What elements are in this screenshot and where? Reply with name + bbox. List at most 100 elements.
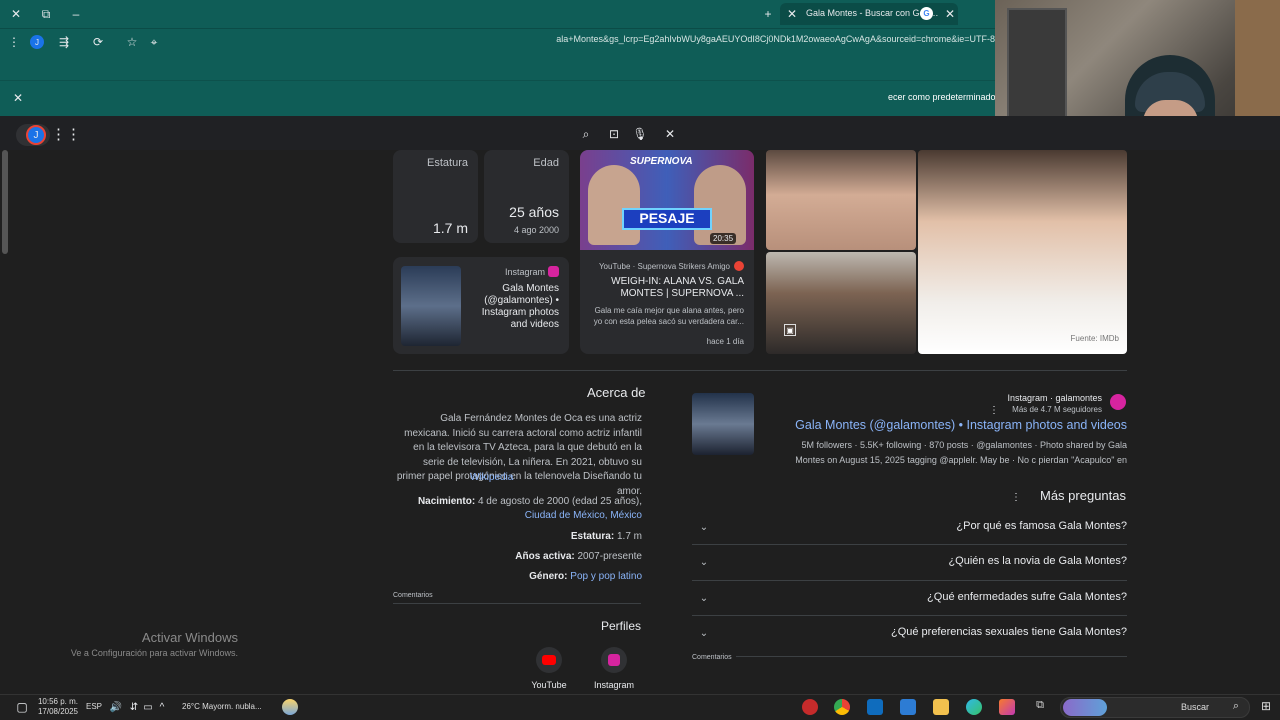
image-tile-2[interactable]: ▣: [766, 252, 916, 354]
fact-label: Nacimiento:: [417, 496, 476, 507]
chevron-down-icon: ⌄: [699, 521, 709, 533]
edge-icon[interactable]: [966, 699, 982, 715]
notification-icon[interactable]: ▢: [12, 697, 32, 717]
outlook-icon[interactable]: [867, 699, 883, 715]
task-view-icon[interactable]: ⧉: [1032, 699, 1048, 715]
result-title[interactable]: Gala Montes (@galamontes) • Instagram ph…: [762, 418, 1127, 432]
activate-windows-sub: Ve a Configuración para activar Windows.: [70, 648, 238, 658]
paa-question[interactable]: ⌄ ¿Qué preferencias sexuales tiene Gala …: [692, 623, 1127, 643]
about-feedback-link[interactable]: Comentarios: [393, 589, 433, 603]
lens-icon[interactable]: ⊡: [604, 124, 624, 144]
video-title[interactable]: WEIGH-IN: ALANA VS. GALA MONTES | SUPERN…: [590, 276, 744, 300]
divider: [692, 544, 1127, 545]
instagram-favicon-icon: [1110, 394, 1126, 410]
start-icon[interactable]: ⊞: [1258, 699, 1274, 715]
copilot-icon[interactable]: [999, 699, 1015, 715]
paa-question[interactable]: ⌄ ¿Por qué es famosa Gala Montes?: [692, 517, 1127, 537]
menu-dots-icon[interactable]: ⋮: [4, 32, 24, 52]
search-icon[interactable]: ⌕: [576, 124, 596, 144]
location-icon[interactable]: ⌖: [144, 32, 164, 52]
paa-question[interactable]: ⌄ ¿Quién es la novia de Gala Montes?: [692, 552, 1127, 572]
chevron-down-icon: ⌄: [699, 592, 709, 604]
profile-label: Instagram: [593, 680, 635, 690]
paa-question[interactable]: ⌄ ¿Qué enfermedades sufre Gala Montes?: [692, 588, 1127, 608]
infobar-close-icon[interactable]: ✕: [8, 88, 28, 108]
fact-genre: Género: Pop y pop latino: [395, 570, 642, 584]
profile-label: YouTube: [531, 680, 567, 690]
extensions-icon[interactable]: ⇶: [54, 32, 74, 52]
profile-instagram[interactable]: Instagram: [590, 647, 638, 692]
result-snippet-b: Montes on August 15, 2025 tagging @apple…: [795, 455, 1127, 465]
more-options-icon[interactable]: ⋮: [984, 400, 1004, 420]
set-default-button[interactable]: ecer como predeterminado: [888, 92, 996, 106]
paa-feedback-link[interactable]: Comentarios: [692, 651, 736, 665]
result-followers: Más de 4.7 M seguidores: [1012, 405, 1102, 414]
wikipedia-link[interactable]: Wikipedia: [470, 472, 513, 483]
paa-more-icon[interactable]: ⋮: [1006, 487, 1026, 507]
tab-close-icon-2[interactable]: ✕: [940, 4, 960, 24]
result-snippet-a: 5M followers · 5.5K+ following · 870 pos…: [801, 440, 1127, 450]
avatar[interactable]: J: [26, 125, 46, 145]
question-text: ¿Qué preferencias sexuales tiene Gala Mo…: [890, 626, 1127, 638]
image-tile-main[interactable]: Fuente: IMDb: [918, 150, 1127, 354]
profile-icon[interactable]: J: [30, 35, 44, 49]
video-snippet: Gala me caía mejor que alana antes, pero…: [593, 306, 744, 326]
close-window-icon[interactable]: ✕: [6, 4, 26, 24]
scrollbar[interactable]: [2, 150, 8, 254]
stat-label: Estatura: [427, 157, 468, 169]
fact-label: Estatura:: [570, 531, 615, 542]
divider: [692, 656, 1127, 657]
file-explorer-icon[interactable]: [933, 699, 949, 715]
address-bar[interactable]: ala+Montes&gs_lcrp=Eg2ahIvbWUy8gaAEUYOdI…: [170, 34, 995, 50]
clock-time: 10:56 p. m.: [37, 697, 78, 706]
profile-youtube[interactable]: YouTube: [526, 647, 572, 692]
taskbar-search[interactable]: Buscar ⌕: [1060, 697, 1250, 718]
thumb-brand: SUPERNOVA: [630, 156, 693, 167]
tab-title: Gala Montes - Buscar con Goo…: [806, 8, 939, 18]
question-text: ¿Qué enfermedades sufre Gala Montes?: [927, 591, 1127, 603]
fact-link[interactable]: Pop y pop latino: [570, 571, 642, 582]
language-indicator[interactable]: ESP: [86, 702, 102, 711]
fact-value: 4 de agosto de 2000 (edad 25 años),: [477, 496, 642, 507]
card-source: Instagram: [504, 267, 545, 277]
minimize-window-icon[interactable]: –: [66, 4, 86, 24]
question-text: ¿Quién es la novia de Gala Montes?: [948, 555, 1127, 567]
image-search-icon[interactable]: ▣: [784, 324, 796, 336]
app-icon-1[interactable]: [802, 699, 818, 715]
stat-label: Edad: [533, 157, 559, 169]
apps-grid-icon[interactable]: ⋮⋮: [51, 124, 81, 144]
weather-widget[interactable]: 26°C Mayorm. nubla...: [182, 702, 262, 711]
taskbar-search-label: Buscar: [1180, 702, 1209, 712]
fact-link[interactable]: Ciudad de México, México: [525, 510, 642, 521]
mic-icon[interactable]: 🎙: [630, 124, 650, 144]
volume-icon[interactable]: 🔊: [106, 697, 126, 717]
instagram-thumbnail: [401, 266, 461, 346]
clock[interactable]: 10:56 p. m. 17/08/2025: [36, 697, 78, 717]
stat-value: 1.7 m: [432, 220, 468, 236]
clock-date: 17/08/2025: [37, 707, 78, 716]
instagram-card[interactable]: Instagram Gala Montes (@galamontes) • In…: [393, 257, 569, 354]
new-tab-icon[interactable]: +: [758, 4, 778, 24]
weather-icon: [282, 699, 298, 715]
clear-icon[interactable]: ✕: [660, 124, 680, 144]
result-thumbnail[interactable]: [692, 393, 754, 455]
activate-windows-title: Activar Windows: [141, 630, 238, 645]
search-actions: ⌕ ⊡ 🎙 ✕: [566, 124, 686, 142]
duration-badge: 20:35: [710, 233, 737, 244]
active-tab[interactable]: ✕ Gala Montes - Buscar con Goo… G: [780, 3, 958, 25]
reload-icon[interactable]: ⟳: [88, 32, 108, 52]
bookmark-star-icon[interactable]: ☆: [122, 32, 142, 52]
restore-window-icon[interactable]: ⧉: [36, 4, 56, 24]
tab-close-icon[interactable]: ✕: [782, 4, 802, 24]
stat-card-height[interactable]: Estatura 1.7 m: [393, 150, 478, 243]
stat-card-age[interactable]: Edad 25 años 4 ago 2000: [484, 150, 569, 243]
image-tile-1[interactable]: [766, 150, 916, 250]
thumb-text: PESAJE: [622, 208, 712, 230]
chrome-icon[interactable]: [834, 699, 850, 715]
fact-value: 2007-presente: [577, 551, 643, 562]
about-heading: Acerca de: [587, 385, 646, 400]
youtube-card[interactable]: SUPERNOVA PESAJE 20:35 YouTube · Superno…: [580, 150, 754, 354]
tray-chevron-icon[interactable]: ^: [152, 697, 172, 717]
instagram-icon: [548, 266, 559, 277]
store-icon[interactable]: [900, 699, 916, 715]
